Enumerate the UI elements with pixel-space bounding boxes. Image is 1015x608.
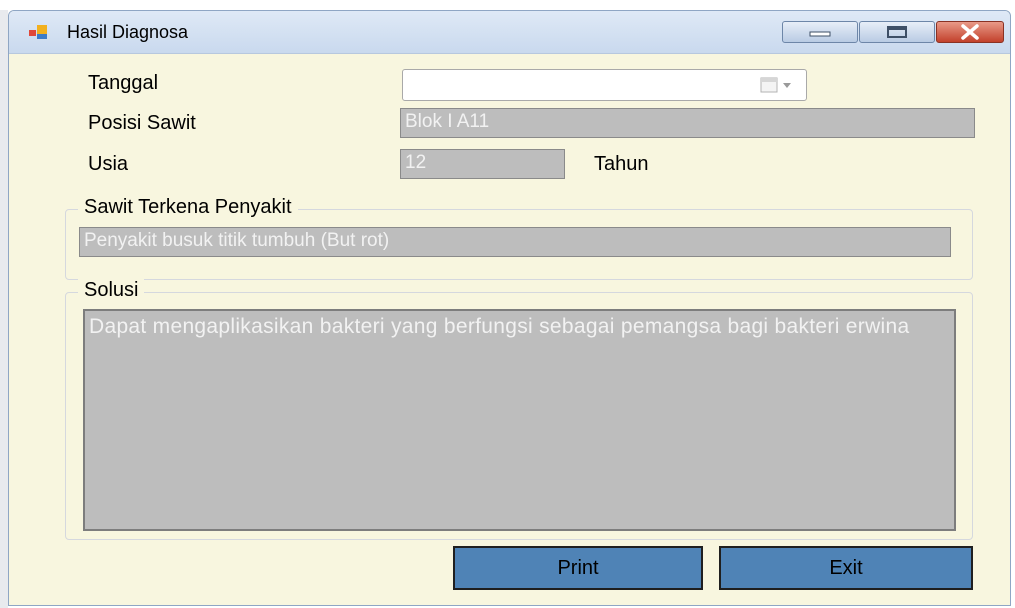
hasil-diagnosa-window: Hasil Diagnosa Tanggal Posisi Sawit Blok… xyxy=(8,10,1011,606)
minimize-icon xyxy=(783,22,857,42)
penyakit-group: Sawit Terkena Penyakit Penyakit busuk ti… xyxy=(65,196,973,280)
posisi-sawit-label: Posisi Sawit xyxy=(88,112,196,134)
solusi-group-title: Solusi xyxy=(78,279,145,302)
exit-button[interactable]: Exit xyxy=(719,546,973,590)
form-content: Tanggal Posisi Sawit Blok I A11 Usia 12 … xyxy=(9,54,1010,605)
calendar-dropdown-icon[interactable] xyxy=(760,77,796,93)
minimize-button[interactable] xyxy=(782,21,858,43)
tanggal-date-picker[interactable] xyxy=(402,69,807,101)
usia-unit-label: Tahun xyxy=(594,153,649,175)
solusi-group: Solusi Dapat mengaplikasikan bakteri yan… xyxy=(65,279,973,540)
penyakit-field[interactable]: Penyakit busuk titik tumbuh (But rot) xyxy=(79,227,951,257)
close-button[interactable] xyxy=(936,21,1004,43)
close-icon xyxy=(937,22,1003,42)
posisi-sawit-field[interactable]: Blok I A11 xyxy=(400,108,975,138)
tanggal-label: Tanggal xyxy=(88,72,159,94)
window-title: Hasil Diagnosa xyxy=(67,22,189,42)
solusi-textarea[interactable]: Dapat mengaplikasikan bakteri yang berfu… xyxy=(83,309,956,531)
usia-label: Usia xyxy=(88,153,129,175)
penyakit-group-title: Sawit Terkena Penyakit xyxy=(78,196,298,219)
desktop-edge xyxy=(0,10,8,608)
print-button[interactable]: Print xyxy=(453,546,703,590)
maximize-button[interactable] xyxy=(859,21,935,43)
app-window-icon xyxy=(29,25,47,39)
usia-field[interactable]: 12 xyxy=(400,149,565,179)
maximize-icon xyxy=(860,22,934,42)
title-bar[interactable]: Hasil Diagnosa xyxy=(9,11,1010,54)
